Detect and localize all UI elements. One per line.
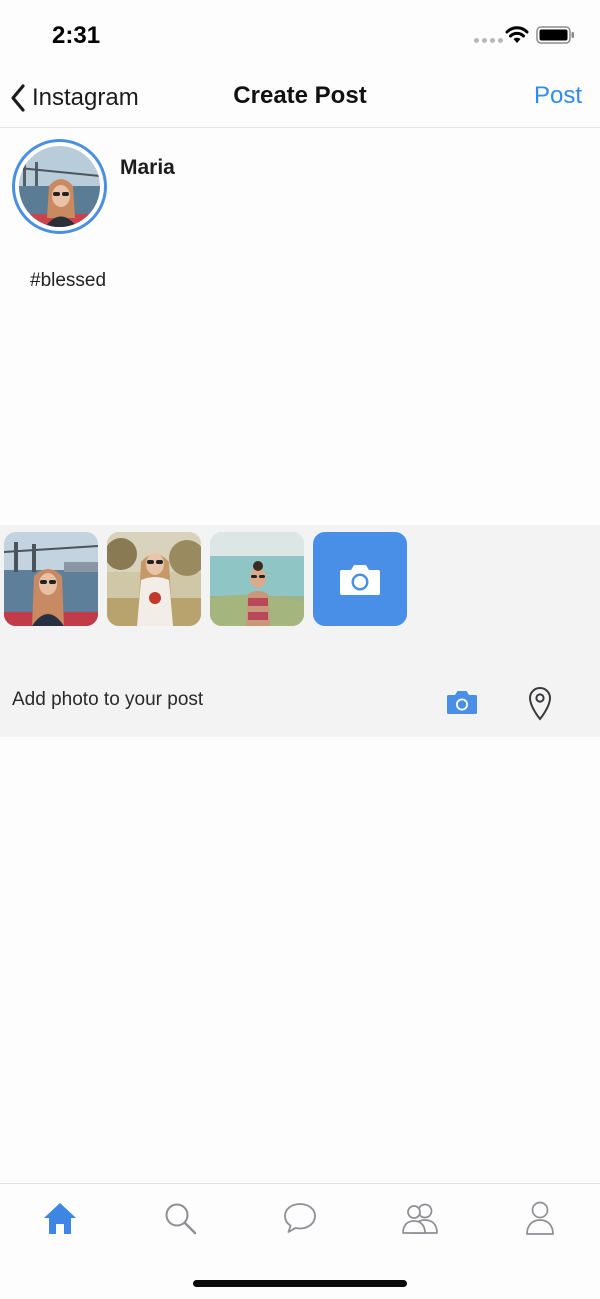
add-photo-label: Add photo to your post	[12, 689, 204, 710]
chevron-left-icon	[11, 84, 25, 112]
signal-icon	[474, 38, 503, 43]
tab-friends[interactable]	[400, 1198, 440, 1238]
back-label: Instagram	[32, 84, 139, 111]
camera-icon	[447, 691, 477, 714]
tab-home[interactable]	[40, 1198, 80, 1238]
chat-bubble-icon	[284, 1203, 316, 1233]
avatar-photo	[19, 146, 100, 227]
avatar[interactable]	[12, 139, 107, 234]
status-time: 2:31	[52, 22, 101, 49]
wifi-icon	[505, 26, 529, 43]
tab-messages[interactable]	[280, 1198, 320, 1238]
add-location-button[interactable]	[527, 685, 553, 726]
tab-search[interactable]	[160, 1198, 200, 1238]
author-name: Maria	[120, 156, 175, 179]
tab-profile[interactable]	[520, 1198, 560, 1238]
search-icon	[165, 1203, 197, 1235]
profile-icon	[526, 1201, 554, 1235]
photo-thumbnail[interactable]	[4, 532, 98, 626]
back-button[interactable]: Instagram	[10, 78, 139, 118]
photo-bridge-river	[4, 532, 98, 626]
camera-icon	[340, 565, 380, 595]
friends-icon	[402, 1203, 438, 1234]
add-photo-button[interactable]	[446, 689, 478, 720]
media-tray: Add photo to your post	[0, 525, 600, 737]
photo-beach-sea	[210, 532, 304, 626]
home-indicator[interactable]	[193, 1280, 407, 1287]
nav-bar: Instagram Create Post Post	[0, 70, 600, 128]
post-text-input[interactable]: #blessed	[30, 270, 570, 292]
photo-thumbnail[interactable]	[210, 532, 304, 626]
location-pin-icon	[528, 687, 552, 721]
open-camera-button[interactable]	[313, 532, 407, 626]
photo-thumbnail[interactable]	[107, 532, 201, 626]
photo-outdoor-park	[107, 532, 201, 626]
post-button[interactable]: Post	[534, 82, 582, 110]
home-icon	[44, 1203, 76, 1234]
battery-icon	[536, 26, 574, 44]
tab-bar	[0, 1183, 600, 1299]
thumbnail-strip	[4, 532, 407, 626]
status-bar: 2:31	[0, 0, 600, 70]
